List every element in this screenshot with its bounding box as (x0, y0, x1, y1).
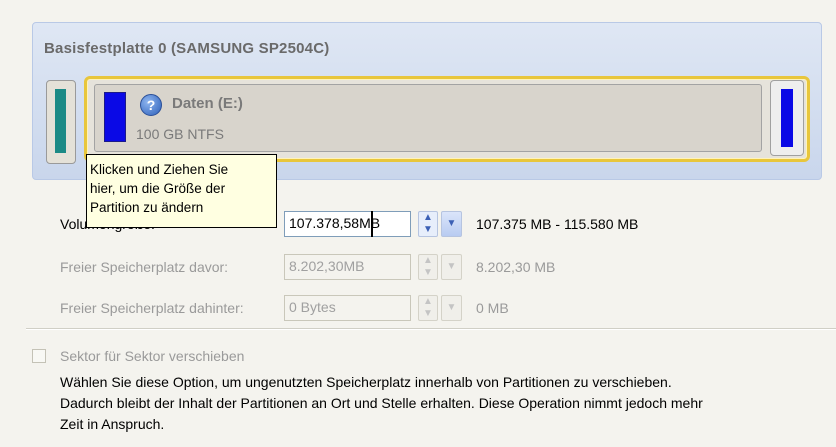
partition-left[interactable] (46, 80, 76, 164)
partition-right-bar (781, 89, 793, 147)
text-caret (371, 211, 373, 237)
description-line: Dadurch bleibt der Inhalt der Partitione… (60, 395, 703, 411)
free-space-before-range: 8.202,30 MB (476, 259, 556, 275)
help-icon[interactable]: ? (140, 94, 162, 116)
free-space-before-label: Freier Speicherplatz davor: (60, 259, 229, 275)
partition-used-bar[interactable] (104, 92, 126, 142)
chevron-down-icon: ▼ (446, 218, 457, 229)
description-line: Wählen Sie diese Option, um ungenutzten … (60, 374, 672, 390)
sector-by-sector-checkbox[interactable] (32, 349, 46, 363)
volume-size-spinner[interactable]: ▲ ▼ (418, 211, 438, 237)
free-space-after-label: Freier Speicherplatz dahinter: (60, 300, 244, 316)
chevron-down-icon: ▼ (446, 261, 457, 272)
free-space-after-unit-dropdown[interactable]: ▼ (441, 295, 462, 321)
section-divider (26, 328, 836, 330)
spin-up-icon[interactable]: ▲ (423, 212, 433, 223)
free-space-before-spinner[interactable]: ▲ ▼ (418, 254, 438, 280)
sector-by-sector-label[interactable]: Sektor für Sektor verschieben (60, 348, 244, 364)
tooltip: Klicken und Ziehen Sie hier, um die Größ… (86, 154, 277, 228)
free-space-before-input[interactable]: 8.202,30MB (284, 254, 411, 280)
spin-down-icon[interactable]: ▼ (423, 224, 433, 235)
spin-up-icon[interactable]: ▲ (423, 296, 433, 307)
partition-name: Daten (E:) (172, 95, 243, 112)
partition-left-bar (55, 89, 66, 153)
spin-down-icon[interactable]: ▼ (423, 308, 433, 319)
tooltip-line: Partition zu ändern (90, 200, 204, 215)
free-space-after-spinner[interactable]: ▲ ▼ (418, 295, 438, 321)
disk-title: Basisfestplatte 0 (SAMSUNG SP2504C) (44, 40, 330, 57)
partition-size: 100 GB NTFS (136, 126, 224, 142)
description-line: Zeit in Anspruch. (60, 416, 165, 432)
free-space-before-unit-dropdown[interactable]: ▼ (441, 254, 462, 280)
partition-resize-handle-right[interactable] (770, 80, 804, 156)
spin-up-icon[interactable]: ▲ (423, 255, 433, 266)
sector-by-sector-description: Wählen Sie diese Option, um ungenutzten … (60, 372, 835, 435)
free-space-after-input[interactable]: 0 Bytes (284, 295, 411, 321)
volume-size-unit-dropdown[interactable]: ▼ (441, 211, 462, 237)
free-space-after-range: 0 MB (476, 300, 509, 316)
chevron-down-icon: ▼ (446, 302, 457, 313)
volume-size-input[interactable]: 107.378,58MB (284, 211, 411, 237)
spin-down-icon[interactable]: ▼ (423, 267, 433, 278)
tooltip-line: Klicken und Ziehen Sie (90, 162, 229, 177)
volume-size-range: 107.375 MB - 115.580 MB (476, 216, 639, 232)
tooltip-line: hier, um die Größe der (90, 181, 226, 196)
